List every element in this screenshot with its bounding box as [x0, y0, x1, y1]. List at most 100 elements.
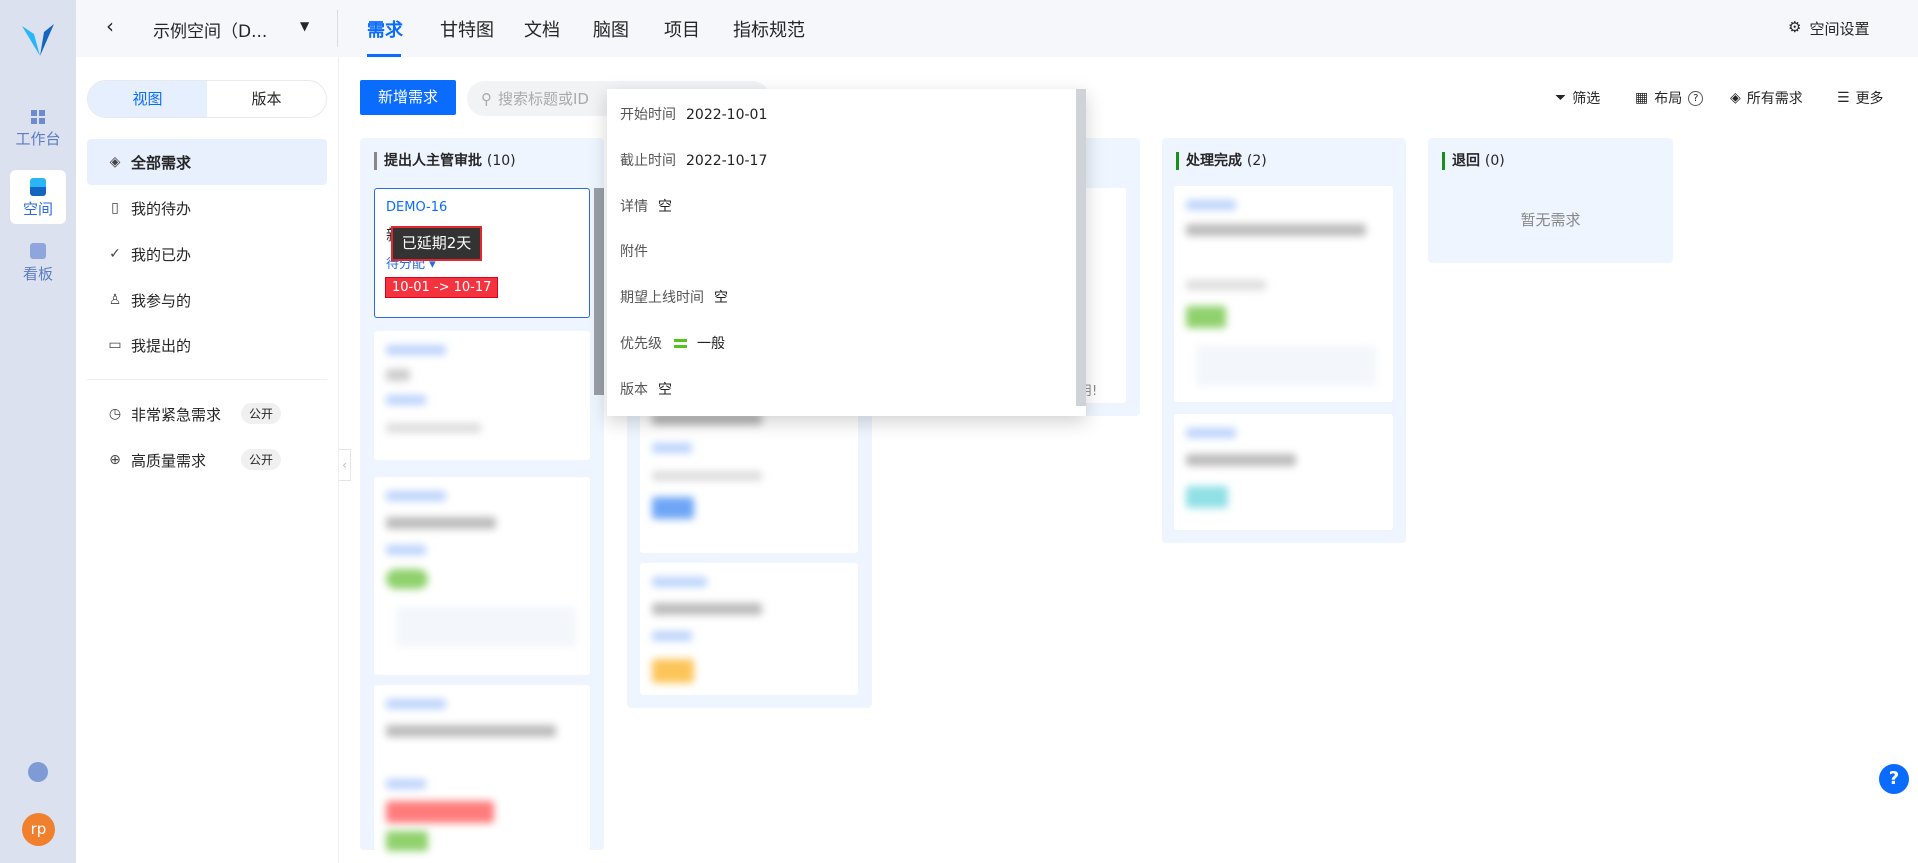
requirement-card[interactable]	[374, 685, 590, 851]
globe-icon: ⊕	[109, 452, 121, 468]
view-label: 非常紧急需求	[131, 405, 222, 424]
chart-icon	[30, 243, 46, 259]
tab-gantt[interactable]: 甘特图	[440, 16, 494, 42]
top-header: ‹ 示例空间（D... ▼ 需求 甘特图 文档 脑图 项目 指标规范 ⚙ 空间设置	[76, 0, 1918, 57]
view-sidebar: 视图 版本 ◈ 全部需求 ▯ 我的待办 ✓ 我的已办 ♙ 我参与的 ▭ 我提出的 ◷ 非常紧…	[76, 57, 339, 863]
tab-docs[interactable]: 文档	[524, 16, 560, 42]
overdue-tooltip: 已延期2天	[391, 226, 482, 261]
detail-row-details: 详情空	[620, 199, 672, 215]
detail-row-priority: 优先级 一般	[620, 336, 725, 352]
rail-label: 空间	[22, 200, 53, 218]
clipboard-icon: ▯	[111, 200, 119, 216]
filter-label: 筛选	[1572, 91, 1601, 107]
card-id[interactable]: DEMO-16	[386, 200, 447, 215]
column-header: 退回 (0)	[1442, 152, 1505, 170]
scrollbar[interactable]	[1076, 89, 1086, 406]
new-requirement-button[interactable]: 新增需求	[360, 80, 456, 115]
sidebar-view-urgent[interactable]: ◷ 非常紧急需求 公开	[87, 391, 327, 437]
dashboard-icon	[31, 110, 45, 124]
divider	[87, 379, 327, 380]
message-icon: ▭	[108, 337, 122, 353]
date-range-tag: 10-01 -> 10-17	[385, 277, 499, 298]
rail-item-workbench[interactable]: 工作台	[0, 110, 76, 149]
search-icon: ⚲	[481, 89, 492, 108]
app-rail: 工作台 空间 看板 rp	[0, 0, 76, 863]
sidebar-view-quality[interactable]: ⊕ 高质量需求 公开	[87, 437, 327, 483]
sidebar-item-label: 我参与的	[131, 291, 192, 310]
tab-requirements[interactable]: 需求	[367, 16, 403, 42]
scrollbar[interactable]	[594, 188, 604, 395]
tab-mindmap[interactable]: 脑图	[593, 16, 629, 42]
space-settings-button[interactable]: ⚙ 空间设置	[1788, 18, 1869, 39]
divider	[337, 10, 338, 47]
sidebar-item-submitted[interactable]: ▭ 我提出的	[87, 322, 327, 368]
detail-row-attachments: 附件	[620, 244, 648, 260]
help-circle-icon[interactable]: ?	[1688, 90, 1704, 106]
column-header: 处理完成 (2)	[1176, 152, 1267, 170]
public-badge: 公开	[241, 449, 282, 470]
rail-label: 看板	[22, 265, 53, 283]
more-label: 更多	[1855, 91, 1884, 107]
requirement-card[interactable]	[374, 477, 590, 675]
user-icon: ♙	[108, 292, 122, 308]
detail-row-version: 版本空	[620, 382, 672, 398]
view-label: 高质量需求	[131, 451, 207, 470]
gear-icon: ⚙	[1788, 18, 1802, 36]
requirement-card[interactable]	[640, 413, 858, 553]
all-requirements-button[interactable]: ◈ 所有需求	[1730, 88, 1803, 108]
cube-icon	[30, 178, 46, 196]
sidebar-item-label: 全部需求	[131, 153, 192, 172]
detail-row-start: 开始时间 2022-10-01	[620, 107, 768, 123]
rail-label: 工作台	[15, 130, 61, 148]
requirement-detail-popover: 开始时间 2022-10-01 截止时间 2022-10-17 详情空 附件 期望上…	[607, 89, 1086, 416]
requirement-card[interactable]	[1174, 186, 1393, 402]
requirement-card[interactable]	[1174, 414, 1393, 530]
all-label: 所有需求	[1746, 91, 1803, 107]
tab-metrics[interactable]: 指标规范	[733, 16, 805, 42]
sidebar-item-participated[interactable]: ♙ 我参与的	[87, 277, 327, 323]
active-tab-indicator	[367, 54, 401, 57]
empty-state: 暂无需求	[1520, 211, 1581, 229]
requirement-card[interactable]	[640, 563, 858, 695]
layout-button[interactable]: ▦ 布局?	[1635, 88, 1704, 108]
public-badge: 公开	[241, 403, 282, 424]
detail-row-expected-release: 期望上线时间空	[620, 290, 728, 306]
sidebar-item-all[interactable]: ◈ 全部需求	[87, 139, 327, 185]
more-button[interactable]: ☰ 更多	[1837, 88, 1884, 108]
layout-label: 布局	[1654, 91, 1683, 107]
check-circle-icon: ✓	[109, 246, 121, 262]
sidebar-item-label: 我的已办	[131, 245, 192, 264]
caret-down-icon[interactable]: ▼	[300, 19, 309, 33]
requirement-card[interactable]	[374, 331, 590, 460]
toggle-view[interactable]: 视图	[88, 81, 207, 117]
rail-item-space[interactable]: 空间	[10, 170, 66, 224]
space-title[interactable]: 示例空间（D...	[153, 17, 267, 42]
sidebar-item-todo[interactable]: ▯ 我的待办	[87, 185, 327, 231]
clock-icon: ◷	[108, 406, 122, 422]
grid-icon: ▦	[1635, 90, 1649, 106]
search-placeholder: 搜索标题或ID	[498, 90, 589, 108]
detail-row-deadline: 截止时间 2022-10-17	[620, 153, 768, 169]
list-icon: ☰	[1837, 90, 1850, 106]
rail-item-board[interactable]: 看板	[0, 243, 76, 284]
space-settings-label: 空间设置	[1809, 20, 1870, 38]
tab-projects[interactable]: 项目	[664, 16, 700, 42]
avatar[interactable]: rp	[22, 813, 55, 846]
filter-icon: ⏷	[1555, 90, 1567, 106]
back-icon[interactable]: ‹	[106, 14, 114, 38]
help-button[interactable]: ?	[1879, 764, 1909, 794]
priority-normal-icon	[674, 338, 687, 348]
filter-button[interactable]: ⏷ 筛选	[1555, 88, 1600, 108]
app-logo-icon[interactable]	[20, 22, 56, 56]
layers-icon: ◈	[109, 154, 121, 170]
column-header: 提出人主管审批 (10)	[374, 152, 516, 170]
kanban-column: 退回 (0) 暂无需求	[1428, 138, 1673, 263]
sidebar-item-label: 我的待办	[131, 199, 192, 218]
kanban-column: 处理完成 (2)	[1162, 138, 1406, 543]
layers-icon: ◈	[1730, 90, 1741, 106]
support-icon[interactable]	[28, 762, 48, 782]
collapse-sidebar-handle[interactable]: ‹	[339, 449, 351, 481]
sidebar-item-done[interactable]: ✓ 我的已办	[87, 231, 327, 277]
sidebar-item-label: 我提出的	[131, 336, 192, 355]
toggle-version[interactable]: 版本	[207, 81, 326, 117]
